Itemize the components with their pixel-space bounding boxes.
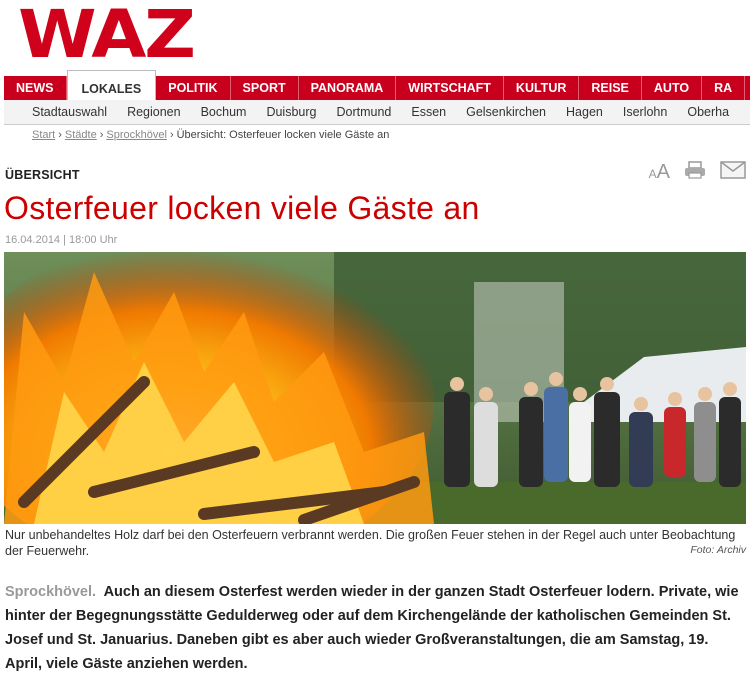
article-teaser: Sprockhövel. Auch an diesem Osterfest we… — [5, 580, 745, 676]
nav-sport[interactable]: SPORT — [231, 76, 299, 100]
nav-lokales[interactable]: LOKALES — [66, 70, 157, 101]
breadcrumb: Start › Städte › Sprockhövel › Übersicht: Oste… — [32, 129, 389, 141]
subnav-regionen[interactable]: Regionen — [117, 100, 191, 124]
breadcrumb-separator: › — [169, 129, 174, 141]
breadcrumb-current: Übersicht: Osterfeuer locken viele Gäste… — [176, 129, 390, 141]
subnav-stadtauswahl[interactable]: Stadtauswahl — [4, 100, 117, 124]
subnav-gelsenkirchen[interactable]: Gelsenkirchen — [456, 100, 556, 124]
article-location: Sprockhövel. — [5, 584, 97, 600]
article-dateline: 16.04.2014 | 18:00 Uhr — [5, 234, 118, 246]
article-headline: Osterfeuer locken viele Gäste an — [4, 190, 480, 226]
subnav-hagen[interactable]: Hagen — [556, 100, 613, 124]
nav-reise[interactable]: REISE — [579, 76, 642, 100]
breadcrumb-sprockhoevel[interactable]: Sprockhövel — [106, 129, 167, 141]
subnav-iserlohn[interactable]: Iserlohn — [613, 100, 677, 124]
main-nav: NEWS LOKALES POLITIK SPORT PANORAMA WIRT… — [4, 70, 750, 101]
waz-logo[interactable]: WAZ — [18, 2, 196, 68]
sub-nav: Stadtauswahl Regionen Bochum Duisburg Do… — [4, 100, 750, 125]
subnav-duisburg[interactable]: Duisburg — [256, 100, 326, 124]
subnav-bochum[interactable]: Bochum — [191, 100, 257, 124]
nav-kultur[interactable]: KULTUR — [504, 76, 580, 100]
breadcrumb-separator: › — [99, 129, 104, 141]
article-photo[interactable] — [4, 252, 746, 524]
article-tools: AA — [649, 161, 746, 184]
font-size-toggle[interactable]: AA — [649, 161, 670, 184]
subnav-oberhausen[interactable]: Oberha — [677, 100, 739, 124]
nav-politik[interactable]: POLITIK — [156, 76, 231, 100]
font-small-label: A — [648, 167, 657, 181]
photo-credit: Foto: Archiv — [690, 544, 746, 556]
breadcrumb-separator: › — [58, 129, 62, 141]
print-icon[interactable] — [684, 161, 706, 184]
article-kicker: ÜBERSICHT — [5, 168, 80, 182]
font-large-label: A — [656, 161, 670, 183]
breadcrumb-start[interactable]: Start — [32, 129, 55, 141]
breadcrumb-staedte[interactable]: Städte — [65, 129, 97, 141]
subnav-dortmund[interactable]: Dortmund — [326, 100, 401, 124]
nav-wirtschaft[interactable]: WIRTSCHAFT — [396, 76, 504, 100]
article-teaser-text: Auch an diesem Osterfest werden wieder i… — [5, 584, 739, 672]
nav-ratgeber[interactable]: RA — [702, 76, 746, 100]
nav-news[interactable]: NEWS — [4, 76, 67, 100]
nav-auto[interactable]: AUTO — [642, 76, 703, 100]
photo-caption: Nur unbehandeltes Holz darf bei den Oste… — [5, 528, 736, 558]
nav-panorama[interactable]: PANORAMA — [299, 76, 397, 100]
mail-icon[interactable] — [720, 161, 746, 184]
subnav-essen[interactable]: Essen — [401, 100, 456, 124]
